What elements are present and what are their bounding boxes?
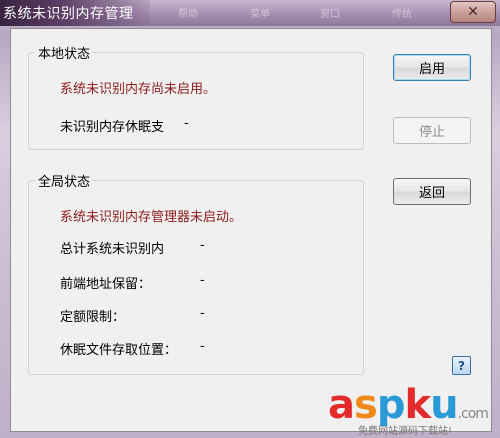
global-row-label: 定额限制： — [60, 310, 126, 325]
back-button[interactable]: 返回 — [393, 178, 471, 205]
stop-button[interactable]: 停止 — [393, 117, 471, 144]
help-icon[interactable]: ? — [452, 356, 471, 375]
local-status-message: 系统未识别内存尚未启用。 — [60, 82, 217, 97]
watermark-subtitle: 免费网站源码下载站! — [358, 426, 453, 437]
local-status-label: 本地状态 — [35, 43, 94, 62]
local-row-label: 未识别内存休眠支 — [60, 120, 165, 135]
watermark-letter: a — [328, 382, 355, 428]
watermark-logo: aspku.com 免费网站源码下载站! — [328, 382, 498, 437]
global-row-label: 总计系统未识别内 — [60, 242, 165, 257]
local-row-value: - — [184, 116, 189, 131]
ghost-tab: 传统 — [392, 9, 412, 20]
global-status-group: 全局状态 系统未识别内存管理器未启动。 总计系统未识别内 - 前端地址保留： -… — [28, 171, 364, 375]
window-title: 系统未识别内存管理 — [3, 6, 134, 22]
ghost-tab: 窗口 — [320, 9, 340, 20]
global-status-label: 全局状态 — [35, 171, 94, 190]
global-row-value: - — [200, 273, 205, 288]
global-row-value: - — [200, 306, 205, 321]
watermark-domain: .com — [457, 406, 489, 422]
global-row-label: 休眠文件存取位置： — [60, 343, 178, 358]
ghost-tab: 帮助 — [178, 9, 198, 20]
title-bar[interactable]: 系统未识别内存管理 帮助 菜单 窗口 传统 ✕ — [0, 0, 500, 26]
global-status-message: 系统未识别内存管理器未启动。 — [60, 210, 243, 225]
global-row-value: - — [200, 339, 205, 354]
close-icon: ✕ — [467, 4, 479, 20]
global-row-label: 前端地址保留： — [60, 277, 152, 292]
enable-button[interactable]: 启用 — [393, 54, 471, 81]
ghost-tab: 菜单 — [250, 9, 270, 20]
close-button[interactable]: ✕ — [450, 1, 496, 23]
local-status-group: 本地状态 系统未识别内存尚未启用。 未识别内存休眠支 - — [28, 43, 364, 150]
dialog-client-area: 本地状态 系统未识别内存尚未启用。 未识别内存休眠支 - 全局状态 系统未识别内… — [10, 28, 492, 432]
global-row-value: - — [200, 238, 205, 253]
